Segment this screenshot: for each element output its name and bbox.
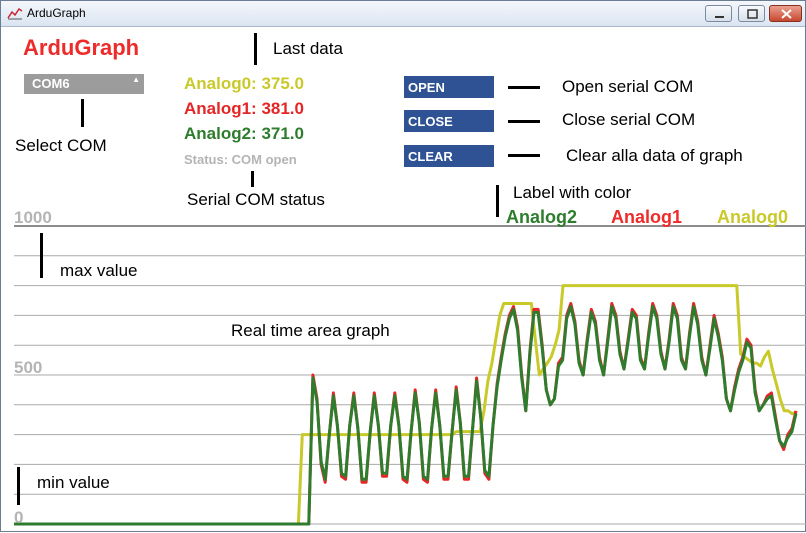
serial-status-pointer xyxy=(251,171,254,187)
dropdown-arrow-icon: ▲ xyxy=(132,75,140,84)
select-com-pointer xyxy=(81,99,84,127)
y-min-label: 0 xyxy=(14,508,24,527)
serial-status-annotation: Serial COM status xyxy=(187,190,325,209)
min-value-pointer xyxy=(17,467,20,505)
clear-button[interactable]: CLEAR xyxy=(404,145,494,167)
y-max-label: 1000 xyxy=(14,208,52,227)
com-port-value: COM6 xyxy=(32,76,70,91)
analog1-readout: Analog1: 381.0 xyxy=(184,99,304,118)
clear-desc-pointer xyxy=(508,154,540,157)
open-desc-pointer xyxy=(508,86,540,89)
max-value-annotation: max value xyxy=(60,261,138,280)
serial-status: Status: COM open xyxy=(184,152,297,167)
select-com-annotation: Select COM xyxy=(15,136,107,155)
legend-analog1: Analog1 xyxy=(611,207,683,227)
legend-analog0: Analog0 xyxy=(717,207,789,227)
label-color-annotation: Label with color xyxy=(513,183,632,202)
com-port-select[interactable]: COM6 ▲ xyxy=(24,74,144,94)
close-button[interactable]: CLOSE xyxy=(404,110,494,132)
last-data-pointer xyxy=(254,33,257,65)
close-desc-pointer xyxy=(508,120,540,123)
open-desc-annotation: Open serial COM xyxy=(562,77,694,96)
label-color-pointer xyxy=(496,185,499,217)
open-button[interactable]: OPEN xyxy=(404,76,494,98)
max-value-pointer xyxy=(40,233,43,278)
last-data-annotation: Last data xyxy=(273,39,343,58)
analog2-readout: Analog2: 371.0 xyxy=(184,124,304,143)
y-mid-label: 500 xyxy=(14,358,43,377)
app-title: ArduGraph xyxy=(23,35,140,60)
area-graph-annotation: Real time area graph xyxy=(231,321,390,340)
clear-desc-annotation: Clear alla data of graph xyxy=(566,146,743,165)
app-window: ArduGraph ArduGraph COM6 ▲ Analog0: 375.… xyxy=(0,0,806,532)
min-value-annotation: min value xyxy=(37,473,110,492)
series-line-analog2 xyxy=(14,305,798,526)
analog0-readout: Analog0: 375.0 xyxy=(184,74,304,93)
close-desc-annotation: Close serial COM xyxy=(562,110,696,129)
legend-analog2: Analog2 xyxy=(506,207,578,227)
